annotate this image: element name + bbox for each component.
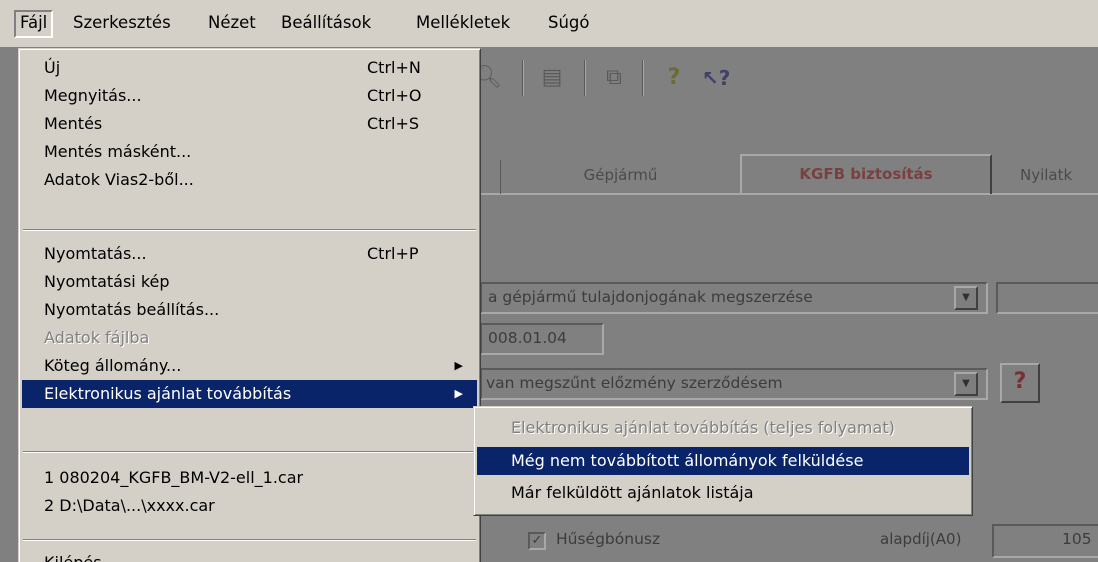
menu-item-label: Nyomtatás...	[44, 244, 147, 263]
menu-item-shortcut: Ctrl+N	[367, 58, 421, 77]
menu-item-label: Kilépés	[44, 553, 102, 562]
combo-arrow-icon[interactable]: ▼	[954, 372, 978, 396]
menu-item-label: Elektronikus ajánlat továbbítás (teljes …	[511, 418, 895, 437]
toolbar-separator	[584, 60, 586, 96]
menu-item-label: Nyomtatási kép	[44, 272, 170, 291]
menu-attachments[interactable]: Mellékletek	[411, 10, 515, 38]
menu-item-label: Még nem továbbított állományok felküldés…	[511, 451, 864, 470]
menu-separator	[23, 451, 476, 453]
menu-separator	[23, 539, 476, 541]
menu-item-recent-file-2[interactable]: 2 D:\Data\...\xxxx.car	[22, 492, 477, 520]
menu-item-open[interactable]: Megnyitás... Ctrl+O	[22, 82, 477, 110]
menu-help[interactable]: Súgó	[543, 10, 595, 38]
toolbar-separator	[522, 60, 524, 96]
file-menu: Új Ctrl+N Megnyitás... Ctrl+O Mentés Ctr…	[18, 48, 481, 562]
document-icon[interactable]: ▤	[538, 64, 566, 92]
menu-item-label: Köteg állomány...	[44, 356, 182, 375]
menu-bar: Fájl Szerkesztés Nézet Beállítások Mellé…	[0, 0, 1098, 48]
menu-item-label: Megnyitás...	[44, 86, 142, 105]
menu-item-new[interactable]: Új Ctrl+N	[22, 54, 477, 82]
menu-item-label: Adatok fájlba	[44, 328, 150, 347]
menu-item-print-setup[interactable]: Nyomtatás beállítás...	[22, 296, 477, 324]
menu-item-shortcut: Ctrl+S	[367, 114, 420, 133]
menu-item-label: Új	[44, 58, 61, 77]
menu-view[interactable]: Nézet	[203, 10, 261, 38]
menu-item-exit[interactable]: Kilépés	[22, 549, 477, 562]
reason-combo-value: a gépjármű tulajdonjogának megszerzése	[488, 288, 813, 306]
menu-file[interactable]: Fájl	[14, 10, 54, 38]
submenu-item-sent-list[interactable]: Már felküldött ajánlatok listája	[477, 479, 969, 507]
help-question-icon[interactable]: ?	[1000, 363, 1040, 403]
menu-item-label: 2 D:\Data\...\xxxx.car	[44, 496, 215, 515]
menu-item-label: Mentés másként...	[44, 142, 192, 161]
combo-arrow-icon[interactable]: ▼	[954, 286, 978, 310]
copy-document-icon[interactable]: ⧉	[600, 64, 628, 92]
menu-item-label: Nyomtatás beállítás...	[44, 300, 220, 319]
submenu-item-full-process: Elektronikus ajánlat továbbítás (teljes …	[477, 414, 969, 442]
menu-item-recent-file-1[interactable]: 1 080204_KGFB_BM-V2-ell_1.car	[22, 464, 477, 492]
menu-item-label: Adatok Vias2-ből...	[44, 170, 194, 189]
tab-declarations[interactable]: Nyilatk	[992, 160, 1098, 194]
menu-item-label: Már felküldött ajánlatok listája	[511, 483, 754, 502]
menu-item-print-preview[interactable]: Nyomtatási kép	[22, 268, 477, 296]
tab-kgfb-insurance[interactable]: KGFB biztosítás	[740, 154, 992, 194]
submenu-arrow-icon: ▶	[454, 387, 463, 400]
menu-edit[interactable]: Szerkesztés	[68, 10, 176, 38]
submenu-arrow-icon: ▶	[454, 359, 463, 372]
menu-item-print[interactable]: Nyomtatás... Ctrl+P	[22, 240, 477, 268]
menu-item-batch-file[interactable]: Köteg állomány... ▶	[22, 352, 477, 380]
side-field[interactable]	[996, 282, 1098, 314]
menu-item-save[interactable]: Mentés Ctrl+S	[22, 110, 477, 138]
menu-separator	[23, 229, 476, 231]
toolbar-separator	[642, 60, 644, 96]
previous-contract-value: van megszűnt előzmény szerződésem	[486, 374, 783, 392]
electronic-offer-submenu: Elektronikus ajánlat továbbítás (teljes …	[473, 406, 973, 516]
menu-item-save-as[interactable]: Mentés másként...	[22, 138, 477, 166]
menu-item-label: Mentés	[44, 114, 103, 133]
menu-item-label: 1 080204_KGFB_BM-V2-ell_1.car	[44, 468, 304, 487]
help-icon[interactable]: ?	[660, 64, 688, 92]
menu-item-shortcut: Ctrl+P	[367, 244, 419, 263]
loyalty-bonus-checkbox[interactable]: ✓	[528, 532, 546, 550]
whats-this-icon[interactable]: ↖?	[702, 64, 730, 92]
submenu-item-send-pending[interactable]: Még nem továbbított állományok felküldés…	[477, 447, 969, 475]
menu-item-export-to-file: Adatok fájlba	[22, 324, 477, 352]
base-fee-value: 105	[1062, 530, 1092, 548]
menu-item-shortcut: Ctrl+O	[367, 86, 422, 105]
menu-item-label: Elektronikus ajánlat továbbítás	[44, 384, 292, 403]
menu-item-electronic-offer-transfer[interactable]: Elektronikus ajánlat továbbítás ▶	[22, 380, 477, 408]
date-field-value: 008.01.04	[488, 329, 567, 347]
tab-vehicle[interactable]: Gépjármű	[500, 160, 740, 194]
menu-item-import-vias2[interactable]: Adatok Vias2-ből...	[22, 166, 477, 194]
base-fee-label: alapdíj(A0)	[880, 530, 962, 548]
menu-settings[interactable]: Beállítások	[276, 10, 376, 38]
loyalty-bonus-label: Hűségbónusz	[556, 530, 661, 548]
